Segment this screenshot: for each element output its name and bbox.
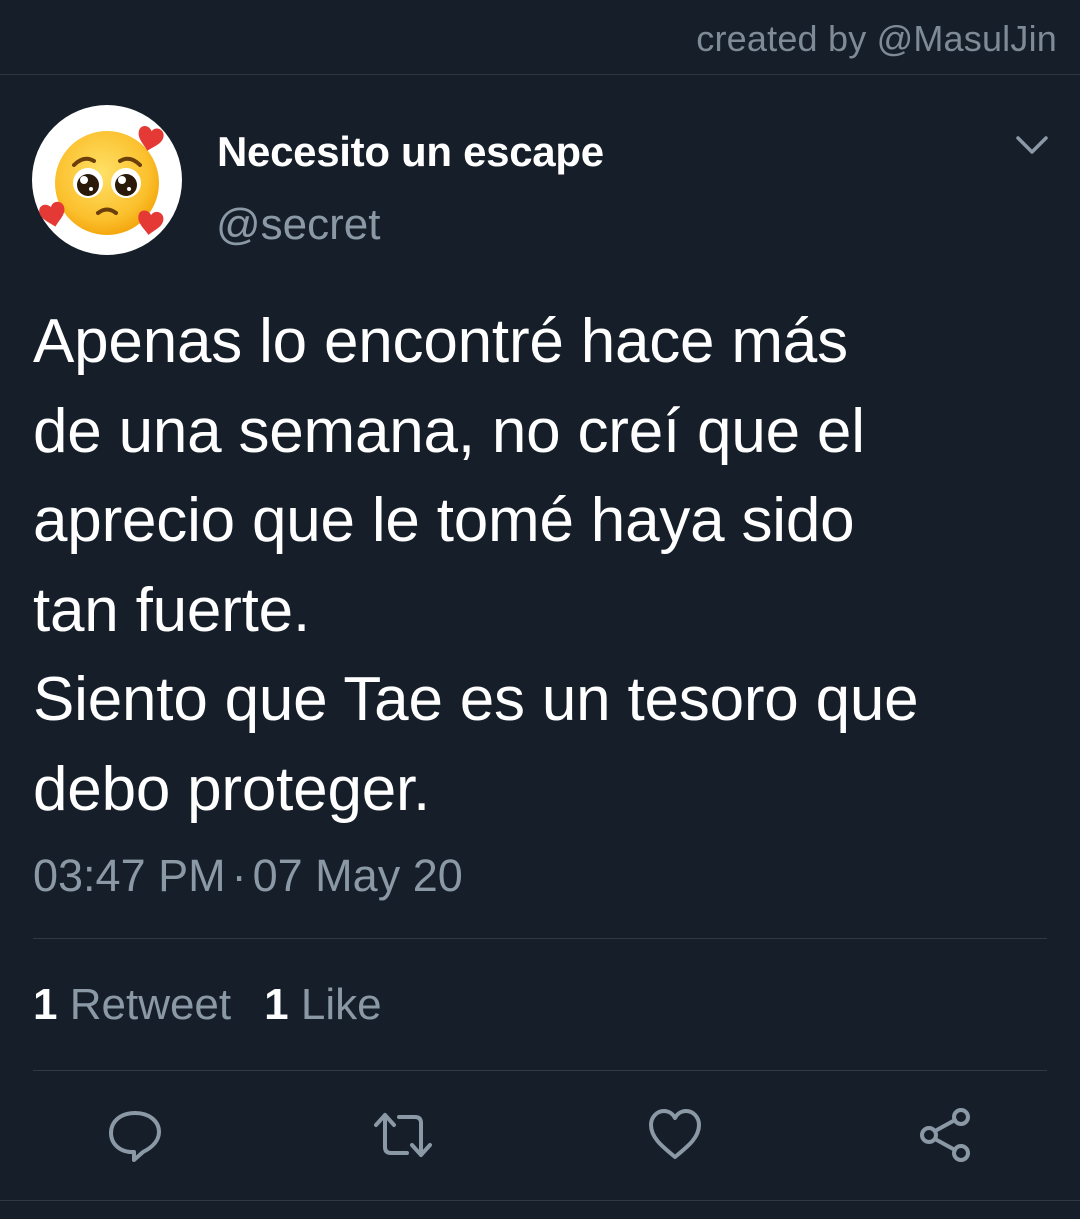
tweet-date: 07 May 20: [252, 850, 463, 901]
retweet-stat[interactable]: 1 Retweet: [33, 980, 231, 1029]
tweet-time: 03:47 PM: [33, 850, 226, 901]
chevron-down-icon[interactable]: [1012, 130, 1052, 160]
tweet-timestamp[interactable]: 03:47 PM · 07 May 20: [33, 850, 463, 902]
heart-icon[interactable]: [645, 1105, 705, 1165]
credit-text: created by @MasulJin: [696, 18, 1057, 59]
retweet-label: Retweet: [69, 980, 232, 1029]
like-count: 1: [264, 980, 289, 1029]
divider: [33, 938, 1047, 939]
retweet-icon[interactable]: [373, 1105, 433, 1165]
reply-icon[interactable]: [105, 1105, 165, 1165]
share-icon[interactable]: [915, 1105, 975, 1165]
divider: [0, 1200, 1080, 1201]
pleading-face-with-hearts-icon: [39, 126, 164, 235]
divider: [33, 1070, 1047, 1071]
avatar[interactable]: [32, 105, 182, 255]
timestamp-separator: ·: [231, 850, 247, 901]
retweet-count: 1: [33, 980, 58, 1029]
display-name[interactable]: Necesito un escape: [217, 128, 604, 176]
like-label: Like: [300, 980, 382, 1029]
engagement-stats: 1 Retweet 1 Like: [33, 980, 382, 1030]
top-bar: created by @MasulJin: [0, 0, 1080, 75]
user-handle[interactable]: @secret: [216, 200, 380, 250]
like-stat[interactable]: 1 Like: [264, 980, 381, 1029]
tweet-text: Apenas lo encontré hace más de una seman…: [33, 307, 919, 824]
